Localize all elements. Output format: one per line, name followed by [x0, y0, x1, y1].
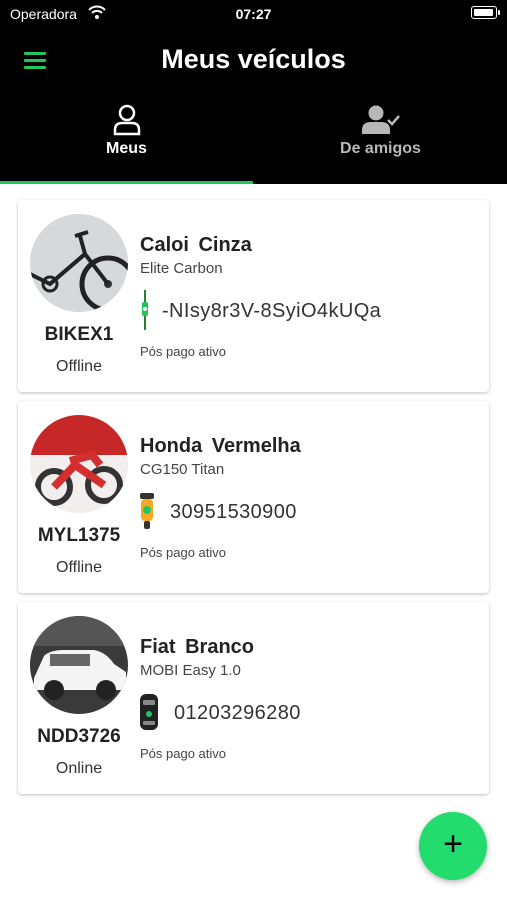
tab-de-amigos[interactable]: De amigos [254, 98, 507, 184]
motorcycle-tracker-icon [140, 493, 154, 529]
device-id: 30951530900 [170, 501, 297, 523]
tab-meus-label: Meus [106, 140, 147, 157]
tab-bar: Meus De amigos [0, 98, 507, 184]
bike-tracker-icon [142, 290, 148, 330]
plan-status: Pós pago ativo [140, 545, 227, 560]
car-photo [30, 616, 128, 714]
vehicle-plate: BIKEX1 [44, 324, 114, 345]
car-image [30, 616, 128, 714]
vehicle-card[interactable]: NDD3726 Online Fiat Branco MOBI Easy 1.0… [18, 602, 489, 794]
vehicle-plate: NDD3726 [37, 726, 121, 747]
vehicle-plate: MYL1375 [37, 525, 121, 546]
bicycle-photo [30, 214, 128, 312]
tab-meus[interactable]: Meus [0, 98, 253, 184]
tab-active-indicator [0, 181, 253, 184]
device-id: -NIsy8r3V-8SyiO4kUQa [162, 300, 382, 322]
user-check-icon [361, 105, 400, 134]
user-icon [113, 104, 140, 136]
add-vehicle-button[interactable]: + [419, 812, 487, 880]
vehicle-card[interactable]: MYL1375 Offline Honda Vermelha CG150 Tit… [18, 401, 489, 593]
bicycle-image [30, 214, 128, 312]
status-bar: Operadora 07:27 [0, 0, 507, 28]
plan-status: Pós pago ativo [140, 746, 227, 761]
vehicle-name: Caloi Cinza [140, 234, 252, 256]
tab-de-amigos-label: De amigos [340, 140, 421, 157]
vehicle-name: Honda Vermelha [140, 435, 301, 457]
motorcycle-photo [30, 415, 128, 513]
page-title: Meus veículos [161, 44, 346, 74]
plan-status: Pós pago ativo [140, 344, 227, 359]
app-header: Operadora 07:27 Meus veículos Meus De am… [0, 0, 507, 184]
vehicle-card[interactable]: BIKEX1 Offline Caloi Cinza Elite Carbon … [18, 200, 489, 392]
device-id: 01203296280 [174, 702, 301, 724]
connection-status: Online [55, 760, 103, 777]
vehicle-model: MOBI Easy 1.0 [140, 662, 241, 679]
connection-status: Offline [56, 358, 102, 375]
vehicle-model: CG150 Titan [140, 461, 225, 478]
status-time: 07:27 [235, 6, 272, 22]
connection-status: Offline [56, 559, 102, 576]
car-tracker-icon [140, 694, 158, 730]
battery-icon [471, 6, 500, 19]
motorcycle-image [30, 415, 128, 513]
vehicle-name: Fiat Branco [140, 636, 255, 658]
vehicle-model: Elite Carbon [140, 260, 223, 277]
